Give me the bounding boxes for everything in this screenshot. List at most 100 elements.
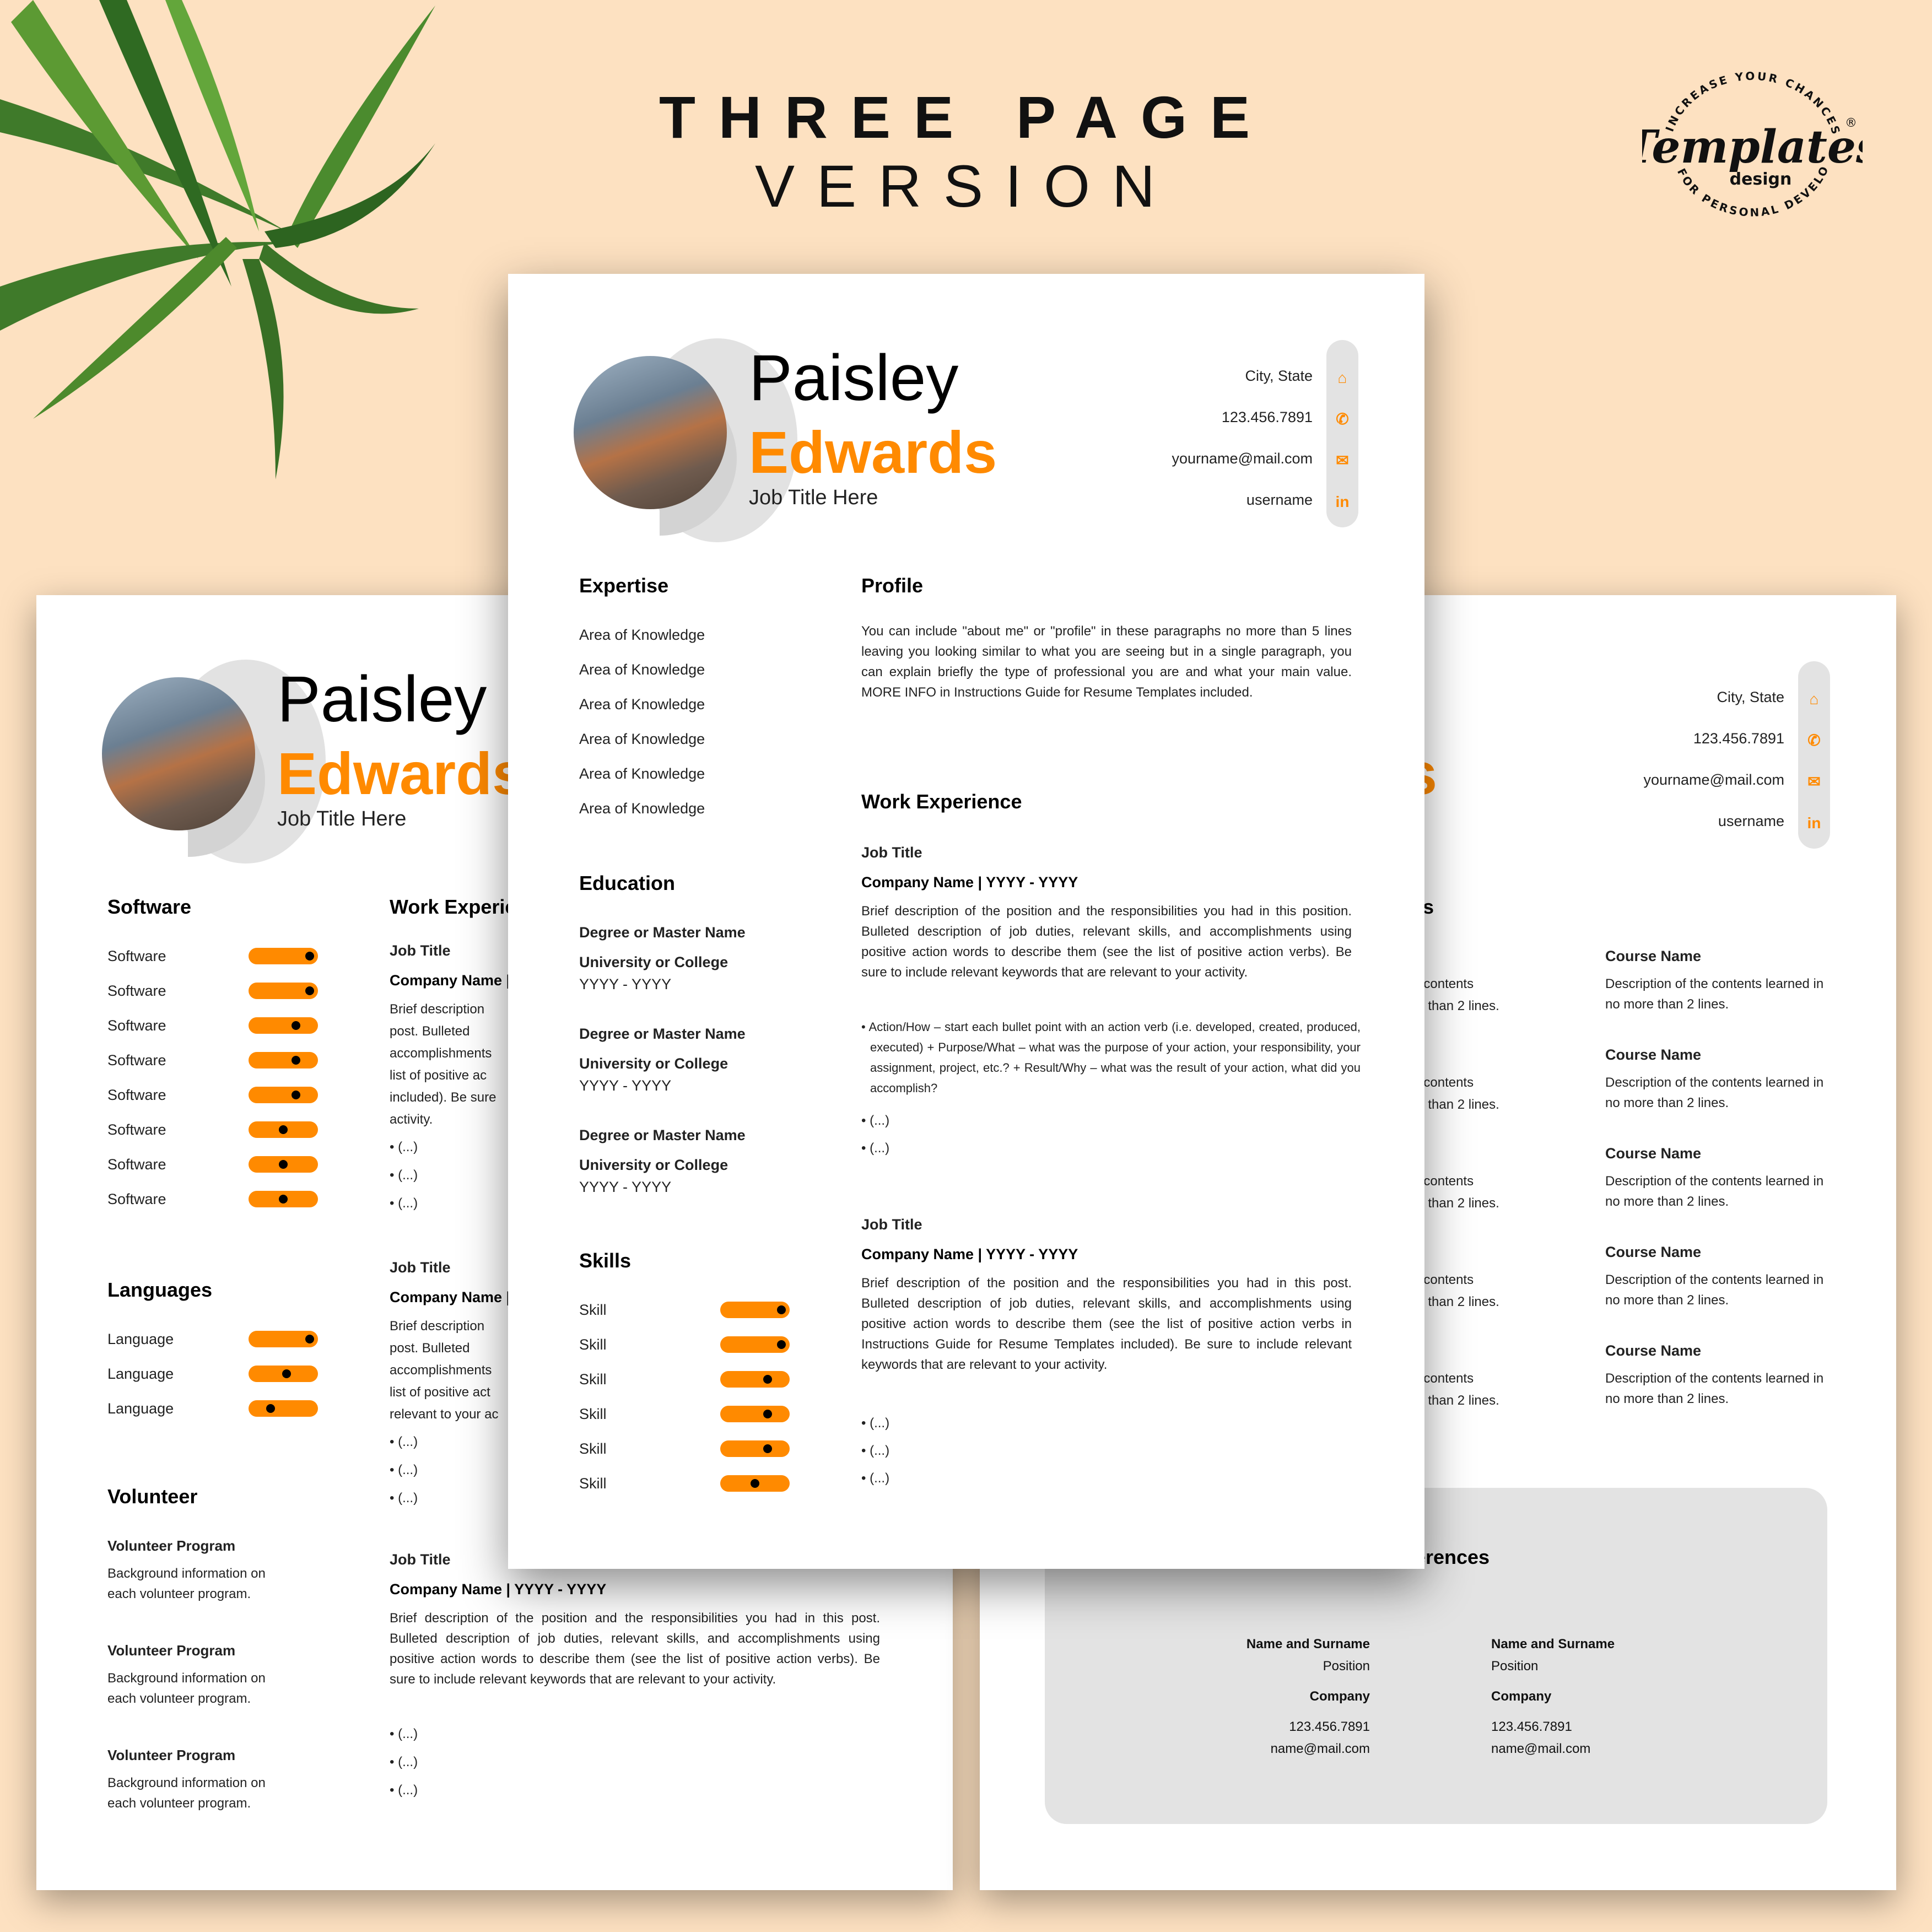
skill-label: Skill [579, 1336, 607, 1353]
company-dates: Company Name | YYYY - YYYY [390, 1581, 607, 1598]
job-title: Job Title [390, 942, 451, 959]
software-level-dot [279, 1195, 288, 1204]
skill-label: Skill [579, 1406, 607, 1422]
contact-linkedin: username [1246, 492, 1313, 508]
skill-level-dot [763, 1410, 772, 1418]
skill-level-dot [751, 1479, 759, 1488]
job-description-line: accomplishments [390, 1363, 492, 1378]
job-bullet: • Action/How – start each bullet point w… [861, 1020, 1361, 1095]
job-bullet: • (...) [390, 1755, 418, 1769]
skill-label: Skill [579, 1371, 607, 1388]
job-bullet: • (...) [861, 1443, 890, 1458]
language-level-dot [266, 1404, 275, 1413]
profile-title: Profile [861, 574, 924, 597]
software-level-dot [292, 1021, 300, 1030]
software-label: Software [107, 983, 166, 999]
course-description: Description of the contents learned in n… [1605, 1075, 1824, 1110]
last-name: Edwards [277, 740, 526, 807]
education-school: University or College [579, 1055, 728, 1072]
profile-photo [102, 677, 255, 830]
education-years: YYYY - YYYY [579, 1077, 672, 1094]
contact-mail: yourname@mail.com [1172, 450, 1313, 467]
ref-name: Name and Surname [1491, 1637, 1615, 1652]
first-name: Paisley [277, 663, 487, 736]
skill-level-bar [720, 1371, 790, 1388]
contact-home: City, State [1245, 368, 1313, 384]
software-label: Software [107, 1191, 166, 1207]
templates-design-logo: INCREASE YOUR CHANCES FOR PERSONAL DEVEL… [1623, 50, 1881, 242]
company-dates: Company Name | [390, 972, 511, 989]
skill-level-dot [763, 1375, 772, 1384]
language-label: Language [107, 1366, 174, 1382]
education-school: University or College [579, 954, 728, 970]
job-description-line: Brief description [390, 1002, 485, 1017]
job-description-line: post. Bulleted [390, 1024, 470, 1039]
company-dates: Company Name | [390, 1289, 511, 1305]
software-title: Software [107, 895, 192, 918]
job-description-line: activity. [390, 1112, 433, 1127]
software-level-dot [292, 1056, 300, 1065]
skill-level-dot [777, 1340, 786, 1349]
job-bullet: • (...) [390, 1434, 418, 1449]
language-level-bar [249, 1400, 318, 1417]
expertise-item: Area of Knowledge [579, 765, 705, 782]
software-level-dot [305, 952, 314, 960]
language-label: Language [107, 1400, 174, 1417]
phone-icon: ✆ [1336, 411, 1349, 428]
job-description-line: relevant to your ac [390, 1407, 499, 1422]
software-label: Software [107, 1087, 166, 1103]
job-description-line: Brief description [390, 1319, 485, 1334]
job-title: Job Title [390, 1551, 451, 1568]
volunteer-program: Volunteer Program [107, 1642, 236, 1659]
skill-label: Skill [579, 1440, 607, 1457]
course-description: Description of the contents learned in n… [1605, 1174, 1824, 1209]
job-description-line: list of positive act [390, 1385, 490, 1400]
job-bullet: • (...) [390, 1196, 418, 1211]
job-description: Brief description of the position and th… [390, 1611, 880, 1687]
phone-icon: ✆ [1807, 732, 1821, 749]
volunteer-title: Volunteer [107, 1485, 198, 1508]
language-level-dot [305, 1335, 314, 1343]
software-level-dot [305, 986, 314, 995]
skills-title: Skills [579, 1249, 632, 1272]
job-description-line: post. Bulleted [390, 1341, 470, 1356]
last-name: Edwards [749, 419, 997, 485]
languages-title: Languages [107, 1278, 213, 1301]
ref-phone: 123.456.7891 [1289, 1719, 1370, 1734]
course-name: Course Name [1605, 1145, 1702, 1162]
job-title: Job Title Here [749, 486, 878, 509]
logo-script: Templates [1642, 121, 1863, 174]
job-title: Job Title [861, 1216, 922, 1233]
skill-level-bar [720, 1406, 790, 1422]
course-name: Course Name [1605, 948, 1702, 964]
software-level-bar [249, 1121, 318, 1138]
expertise-item: Area of Knowledge [579, 800, 705, 817]
home-icon: ⌂ [1809, 690, 1819, 708]
job-description-line: list of positive ac [390, 1068, 487, 1083]
ref-email: name@mail.com [1491, 1741, 1591, 1756]
software-level-bar [249, 1052, 318, 1068]
ref-email: name@mail.com [1270, 1741, 1370, 1756]
job-bullet: • (...) [390, 1463, 418, 1477]
software-level-dot [292, 1091, 300, 1099]
ref-position: Position [1323, 1659, 1370, 1674]
job-bullet: • (...) [390, 1783, 418, 1798]
expertise-item: Area of Knowledge [579, 731, 705, 747]
education-years: YYYY - YYYY [579, 1179, 672, 1195]
logo-badge-icon: INCREASE YOUR CHANCES FOR PERSONAL DEVEL… [1623, 50, 1881, 219]
contact-linkedin: username [1718, 813, 1784, 829]
education-degree: Degree or Master Name [579, 1127, 746, 1143]
job-title: Job Title Here [277, 807, 407, 830]
course-name: Course Name [1605, 1046, 1702, 1063]
company-dates: Company Name | YYYY - YYYY [861, 874, 1078, 891]
profile-photo [574, 356, 727, 509]
software-level-bar [249, 1156, 318, 1173]
expertise-item: Area of Knowledge [579, 627, 705, 643]
job-bullet: • (...) [861, 1141, 890, 1156]
software-level-dot [279, 1160, 288, 1169]
profile-text: You can include "about me" or "profile" … [861, 624, 1352, 700]
contact-phone: 123.456.7891 [1693, 730, 1784, 747]
volunteer-program: Volunteer Program [107, 1537, 236, 1554]
language-level-dot [282, 1369, 291, 1378]
plant-decoration [0, 0, 435, 479]
